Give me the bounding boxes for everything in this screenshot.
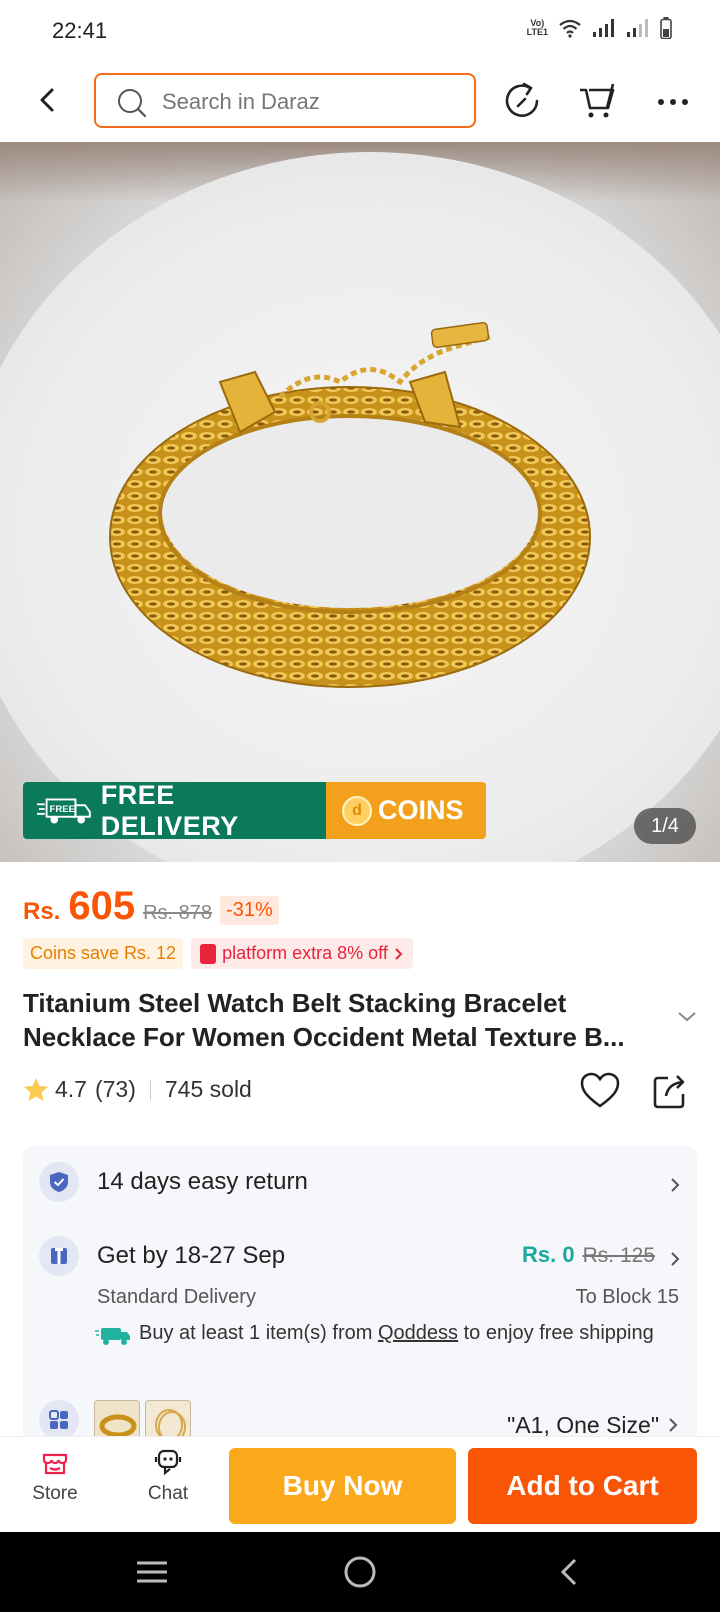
volte-icon: Vo) LTE1 [526, 18, 548, 37]
variant-value: "A1, One Size" [507, 1412, 659, 1438]
review-count: (73) [94, 1076, 136, 1102]
sold-count: 745 sold [164, 1076, 252, 1102]
promo-row: Coins save Rs. 12 platform extra 8% off [23, 938, 413, 969]
wifi-icon [559, 19, 581, 38]
home-icon[interactable] [342, 1554, 378, 1590]
chevron-down-icon[interactable] [676, 1010, 698, 1024]
rating-row[interactable]: 4.7 (73) 745 sold [23, 1076, 252, 1103]
platform-discount-pill[interactable]: platform extra 8% off [191, 938, 413, 969]
star-icon [24, 1077, 48, 1101]
status-bar: 22:41 Vo) LTE1 [0, 0, 720, 60]
search-placeholder: Search in Daraz [162, 89, 320, 114]
free-truck-icon: FREE [37, 798, 91, 823]
product-image[interactable] [0, 142, 720, 862]
delivery-coins-banner: FREE FREE DELIVERY d COINS [23, 782, 486, 839]
free-delivery-text: FREE DELIVERY [100, 782, 239, 839]
price-row: Rs. 605 Rs. 878 -31% [23, 884, 279, 929]
search-icon [118, 89, 147, 118]
variant-grid-icon [39, 1400, 79, 1440]
system-icons: Vo) LTE1 [527, 17, 672, 39]
chat-button[interactable]: Chat [123, 1447, 213, 1505]
delivery-fee[interactable]: Rs. 0 Rs. 125 [522, 1242, 655, 1268]
price-currency: Rs. [23, 898, 61, 925]
share-icon[interactable] [652, 1072, 688, 1110]
svg-text:FREE: FREE [49, 803, 75, 814]
chat-label: Chat [147, 1483, 189, 1504]
free-shipping-note: Buy at least 1 item(s) from Qoddess to e… [139, 1322, 654, 1344]
delivery-fee-old: Rs. 125 [582, 1244, 655, 1267]
delivery-box-icon [39, 1236, 79, 1276]
store-link[interactable]: Qoddess [378, 1322, 458, 1344]
delivery-type: Standard Delivery [97, 1286, 256, 1308]
status-time: 22:41 [52, 18, 108, 43]
rating-value: 4.7 [55, 1076, 87, 1102]
bracelet-image [109, 321, 591, 688]
battery-icon [660, 17, 672, 39]
chat-icon [154, 1449, 182, 1476]
discount-badge: -31% [220, 896, 279, 925]
more-icon[interactable] [652, 80, 694, 122]
divider [149, 1079, 151, 1100]
delivery-fee-now: Rs. 0 [522, 1242, 575, 1267]
store-icon [42, 1453, 68, 1475]
store-button[interactable]: Store [10, 1447, 100, 1505]
history-icon[interactable] [502, 80, 544, 122]
buy-now-button[interactable]: Buy Now [229, 1448, 456, 1524]
top-nav: Search in Daraz [0, 62, 720, 140]
recent-apps-icon[interactable] [134, 1554, 170, 1590]
platform-discount-text: platform extra 8% off [222, 943, 388, 963]
return-shield-icon [39, 1162, 79, 1202]
add-to-cart-button[interactable]: Add to Cart [468, 1448, 697, 1524]
delivery-estimate[interactable]: Get by 18-27 Sep [97, 1242, 285, 1270]
voucher-icon [200, 943, 217, 964]
coin-icon: d [342, 795, 372, 826]
back-nav-icon[interactable] [552, 1554, 588, 1590]
cart-icon[interactable] [576, 80, 618, 122]
back-icon[interactable] [30, 82, 66, 118]
original-price: Rs. 878 [143, 902, 213, 924]
wishlist-heart-icon[interactable] [580, 1072, 620, 1110]
product-title: Titanium Steel Watch Belt Stacking Brace… [23, 988, 625, 1052]
service-info-card: 14 days easy return Get by 18-27 Sep Rs.… [23, 1146, 697, 1456]
free-shipping-truck-icon [95, 1328, 130, 1345]
chevron-right-icon [395, 947, 403, 960]
chevron-right-icon[interactable] [669, 1176, 681, 1194]
return-policy-text[interactable]: 14 days easy return [97, 1168, 308, 1196]
delivery-location[interactable]: To Block 15 [576, 1286, 679, 1309]
coins-save-pill[interactable]: Coins save Rs. 12 [23, 938, 184, 969]
free-delivery-badge: FREE FREE DELIVERY [23, 782, 326, 839]
chevron-right-icon[interactable] [667, 1416, 679, 1434]
coins-text: COINS [378, 795, 464, 825]
search-input[interactable]: Search in Daraz [94, 73, 476, 128]
bottom-action-bar: Store Chat Buy Now Add to Cart [0, 1436, 720, 1532]
image-page-indicator: 1/4 [634, 808, 696, 844]
signal-icon [593, 19, 614, 37]
signal-icon-2 [627, 19, 648, 37]
store-label: Store [32, 1483, 78, 1504]
coins-badge: d COINS [326, 782, 486, 839]
system-navigation-bar [0, 1532, 720, 1612]
price-amount: 605 [68, 884, 136, 928]
chevron-right-icon[interactable] [669, 1250, 681, 1268]
